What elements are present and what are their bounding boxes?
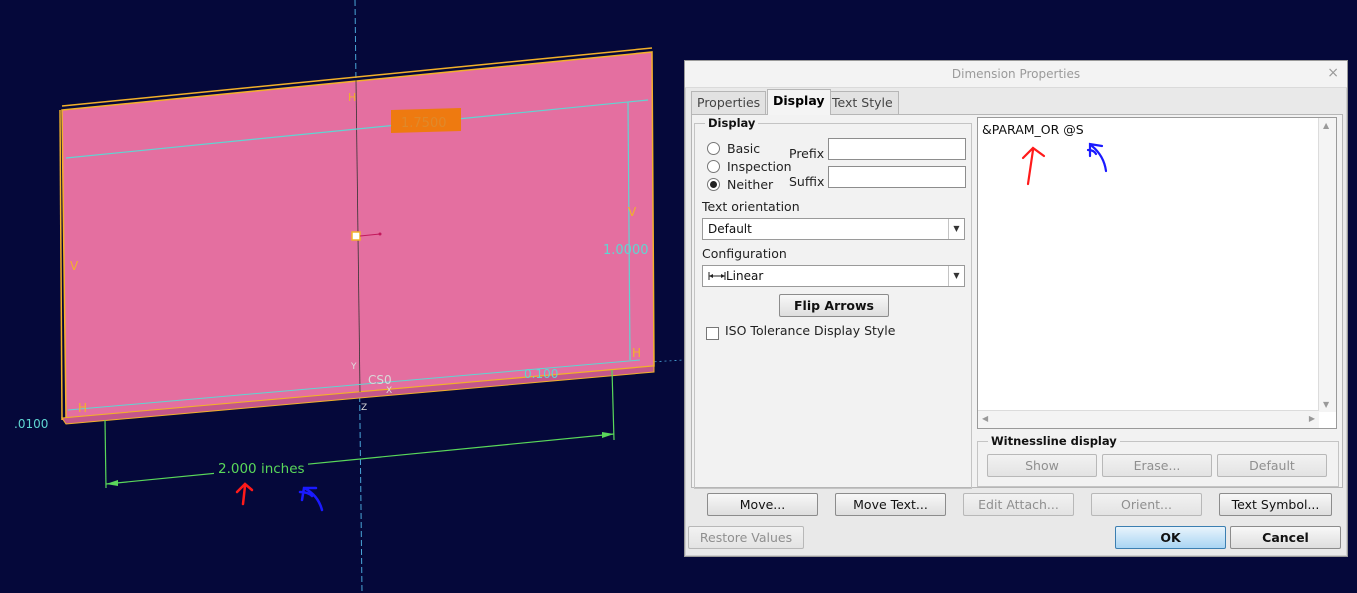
suffix-label: Suffix — [789, 174, 825, 189]
vertical-scrollbar[interactable]: ▲ ▼ — [1318, 118, 1336, 412]
close-icon[interactable]: × — [1327, 65, 1339, 81]
dialog-title: Dimension Properties — [951, 67, 1081, 81]
configuration-select[interactable]: Linear ▼ — [702, 265, 965, 287]
tab-properties[interactable]: Properties — [691, 91, 767, 114]
edit-attach-button[interactable]: Edit Attach... — [963, 493, 1074, 516]
dim-left-value[interactable]: .0100 — [14, 417, 48, 431]
radio-basic[interactable]: Basic — [707, 141, 760, 156]
flip-arrows-button[interactable]: Flip Arrows — [779, 294, 889, 317]
witness-line-left — [104, 419, 107, 489]
annotation-arrow-red-text — [1021, 146, 1046, 186]
marker-h-right: H — [632, 346, 641, 360]
dim-right-value[interactable]: 1.0000 — [603, 243, 649, 258]
restore-values-button[interactable]: Restore Values — [688, 526, 804, 549]
radio-basic-label: Basic — [727, 141, 761, 156]
prefix-input[interactable] — [828, 138, 966, 160]
radio-inspection[interactable]: Inspection — [707, 159, 792, 174]
display-group-label: Display — [705, 116, 759, 130]
part-edge-left — [59, 109, 63, 421]
radio-neither-label: Neither — [727, 177, 774, 192]
linear-dimension-icon — [708, 272, 726, 280]
display-group: Display Basic Inspection Neither Prefix … — [694, 116, 972, 489]
witness-show-button[interactable]: Show — [987, 454, 1097, 477]
witnessline-group: Witnessline display Show Erase... Defaul… — [977, 434, 1339, 487]
iso-tolerance-label: ISO Tolerance Display Style — [725, 323, 896, 338]
csys-y-axis: Y — [350, 362, 357, 372]
annotation-arrow-blue-viewport — [298, 486, 324, 512]
radio-neither[interactable]: Neither — [707, 177, 773, 192]
text-orientation-value: Default — [708, 222, 752, 236]
radio-neither-indicator[interactable] — [707, 178, 720, 191]
marker-v-left: V — [70, 259, 79, 273]
scroll-left-icon[interactable]: ◀ — [982, 414, 988, 423]
csys-x-axis: X — [386, 386, 392, 396]
annotation-arrow-blue-text — [1086, 142, 1108, 173]
marker-v-right: V — [628, 205, 637, 219]
selected-point[interactable] — [351, 231, 361, 241]
arrow-left — [106, 480, 118, 486]
orient-button[interactable]: Orient... — [1091, 493, 1202, 516]
witness-default-button[interactable]: Default — [1217, 454, 1327, 477]
witness-erase-button[interactable]: Erase... — [1102, 454, 1212, 477]
marker-h-top: H — [348, 91, 356, 104]
scroll-right-icon[interactable]: ▶ — [1309, 414, 1315, 423]
arrow-right — [602, 432, 614, 438]
dim-bottom-text[interactable]: 2.000 inches — [218, 461, 305, 477]
move-button[interactable]: Move... — [707, 493, 818, 516]
witness-line-right — [611, 369, 615, 441]
configuration-value: Linear — [726, 269, 764, 283]
ok-button[interactable]: OK — [1115, 526, 1226, 549]
chevron-down-icon[interactable]: ▼ — [948, 266, 964, 286]
annotation-arrow-red-viewport — [235, 482, 254, 506]
cancel-button[interactable]: Cancel — [1230, 526, 1341, 549]
radio-inspection-indicator[interactable] — [707, 160, 720, 173]
horizontal-scrollbar[interactable]: ◀ ▶ — [978, 410, 1319, 428]
witnessline-group-label: Witnessline display — [988, 434, 1120, 448]
scroll-down-icon[interactable]: ▼ — [1323, 400, 1329, 409]
tab-text-style[interactable]: Text Style — [826, 91, 899, 114]
point-leader-end — [378, 232, 382, 236]
csys-label[interactable]: CS0 — [368, 373, 392, 387]
tab-display[interactable]: Display — [767, 89, 831, 115]
text-orientation-select[interactable]: Default ▼ — [702, 218, 965, 240]
dim-top-value[interactable]: 1.7500 — [401, 116, 447, 131]
scroll-up-icon[interactable]: ▲ — [1323, 121, 1329, 130]
dimension-text-area[interactable]: &PARAM_OR @S ▲ ▼ ◀ ▶ — [977, 117, 1337, 429]
move-text-button[interactable]: Move Text... — [835, 493, 946, 516]
dimension-properties-dialog: Dimension Properties × Properties Displa… — [684, 60, 1348, 557]
chevron-down-icon[interactable]: ▼ — [948, 219, 964, 239]
marker-h-left: H — [78, 401, 87, 415]
iso-tolerance-checkbox[interactable] — [706, 327, 719, 340]
text-orientation-label: Text orientation — [702, 199, 800, 214]
configuration-label: Configuration — [702, 246, 787, 261]
dim-bottom-right-value[interactable]: 0.100 — [524, 367, 558, 381]
annotation-arrows-text — [1021, 142, 1108, 186]
radio-inspection-label: Inspection — [727, 159, 792, 174]
dialog-titlebar[interactable]: Dimension Properties × — [685, 61, 1347, 88]
display-tab-pane: Display Basic Inspection Neither Prefix … — [691, 114, 1343, 489]
text-symbol-button[interactable]: Text Symbol... — [1219, 493, 1332, 516]
csys-z-axis: Z — [361, 403, 367, 413]
suffix-input[interactable] — [828, 166, 966, 188]
prefix-label: Prefix — [789, 146, 825, 161]
dimension-text-content[interactable]: &PARAM_OR @S — [982, 122, 1084, 137]
radio-basic-indicator[interactable] — [707, 142, 720, 155]
